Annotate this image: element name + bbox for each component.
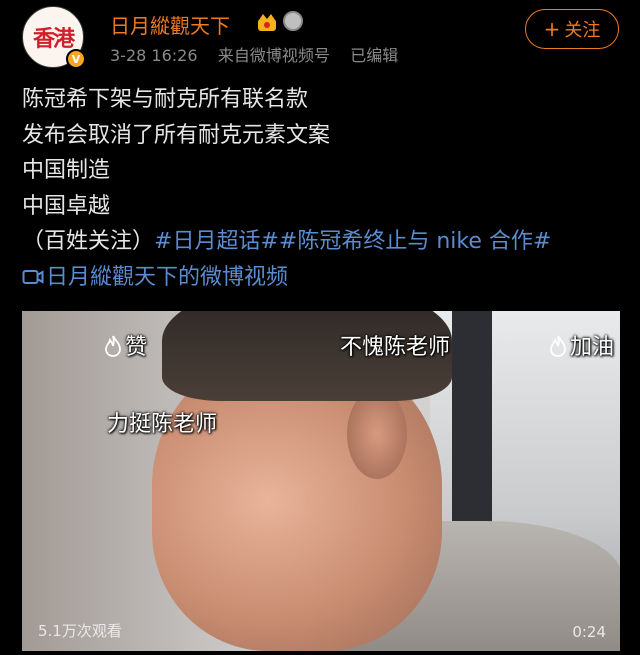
verified-badge-icon: V — [66, 49, 86, 69]
video-camera-icon — [22, 269, 44, 284]
danmaku-text: 不愧陈老师 — [340, 335, 451, 360]
danmaku-text: 加油 — [570, 335, 615, 360]
edited-label: 已编辑 — [350, 46, 399, 65]
flame-icon — [105, 335, 121, 357]
video-player[interactable]: 赞 不愧陈老师 加油 力挺陈老师 5.1万次观看 0:24 — [22, 311, 620, 651]
video-frame-ear — [347, 389, 407, 479]
post-line: 发布会取消了所有耐克元素文案 — [22, 122, 331, 148]
danmaku-comment: 赞 — [104, 329, 147, 361]
danmaku-text: 力挺陈老师 — [107, 412, 218, 437]
post-meta: 3-28 16:26 来自微博视频号 已编辑 — [110, 42, 398, 66]
post-line-hashtags: （百姓关注）#日月超话##陈冠希终止与 nike 合作# — [22, 224, 622, 260]
danmaku-comment: 力挺陈老师 — [107, 406, 217, 438]
video-duration: 0:24 — [572, 623, 606, 641]
medal-icon — [283, 11, 303, 31]
post-header: 香港 V 日月縱觀天下 3-28 16:26 来自微博视频号 已编辑 + 关注 — [0, 0, 640, 80]
user-name[interactable]: 日月縱觀天下 — [110, 10, 230, 39]
hashtag-topic-link[interactable]: #日月超话# — [154, 229, 279, 254]
video-link-label: 日月縱觀天下的微博视频 — [46, 264, 289, 290]
follow-button[interactable]: + 关注 — [525, 9, 619, 49]
post-time: 3-28 16:26 — [110, 46, 198, 65]
video-view-count: 5.1万次观看 — [38, 622, 122, 640]
post-line-prefix: （百姓关注） — [22, 229, 155, 255]
post-body: 陈冠希下架与耐克所有联名款 发布会取消了所有耐克元素文案 中国制造 中国卓越 （… — [22, 82, 622, 296]
crown-icon — [258, 14, 276, 31]
source-link[interactable]: 微博视频号 — [250, 46, 330, 65]
flame-icon — [550, 335, 566, 357]
danmaku-comment: 不愧陈老师 — [340, 329, 450, 361]
video-background-dark — [452, 311, 492, 531]
danmaku-text: 赞 — [125, 335, 148, 360]
follow-label: 关注 — [564, 20, 601, 41]
plus-icon: + — [543, 17, 561, 41]
video-link[interactable]: 日月縱觀天下的微博视频 — [22, 260, 622, 296]
post-line: 陈冠希下架与耐克所有联名款 — [22, 87, 309, 112]
hashtag-nike-link[interactable]: #陈冠希终止与 nike 合作# — [279, 229, 551, 254]
post-line: 中国制造 — [22, 158, 111, 184]
post-line: 中国卓越 — [22, 193, 111, 219]
source-prefix: 来自 — [217, 46, 250, 65]
danmaku-comment: 加油 — [549, 329, 614, 361]
